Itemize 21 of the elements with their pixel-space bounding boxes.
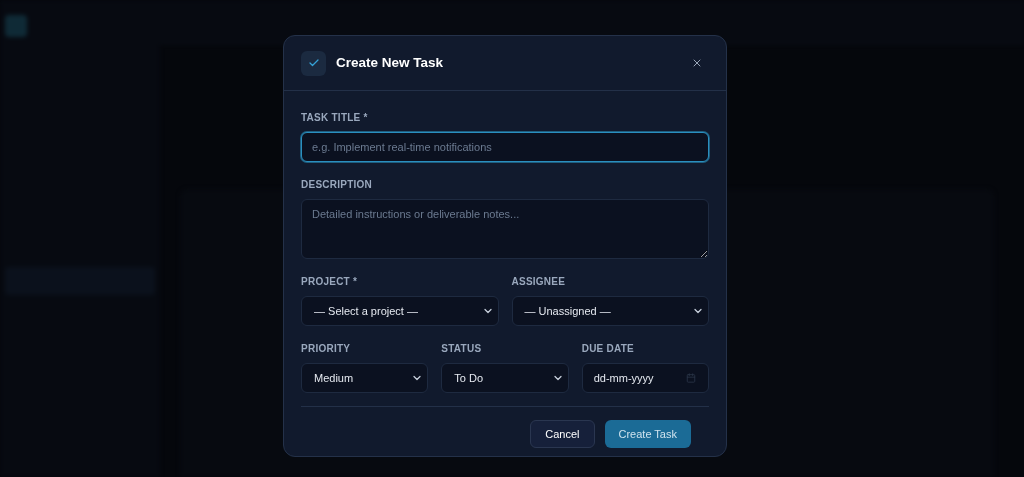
calendar-icon — [686, 373, 696, 383]
dropdown-field[interactable]: Medium — [301, 363, 429, 393]
check-icon — [301, 50, 326, 76]
dropdown-field[interactable]: — Select a project — — [301, 296, 499, 326]
description-field[interactable]: Detailed instructions or deliverable notes... — [301, 199, 709, 259]
field-label: ASSIGNEE — [511, 275, 566, 289]
date-field[interactable]: dd-mm-yyyy — [581, 363, 709, 393]
cancel-button[interactable]: Cancel — [530, 420, 595, 448]
dropdown-field[interactable]: — Unassigned — — [511, 296, 709, 326]
field-label: PRIORITY — [301, 342, 351, 356]
dialog-title: Create New Task — [336, 53, 444, 72]
task-title-field[interactable]: e.g. Implement real-time notifications — [301, 132, 709, 162]
field-label: DESCRIPTION — [301, 178, 373, 192]
create-button[interactable]: Create Task — [604, 420, 691, 448]
field-label: DUE DATE — [581, 342, 635, 356]
field-label: PROJECT * — [301, 275, 358, 289]
field-label: STATUS — [441, 342, 482, 356]
close-icon — [691, 57, 703, 69]
logo-block — [5, 15, 27, 37]
field-label: TASK TITLE * — [301, 111, 368, 125]
dropdown-field[interactable]: To Do — [441, 363, 569, 393]
